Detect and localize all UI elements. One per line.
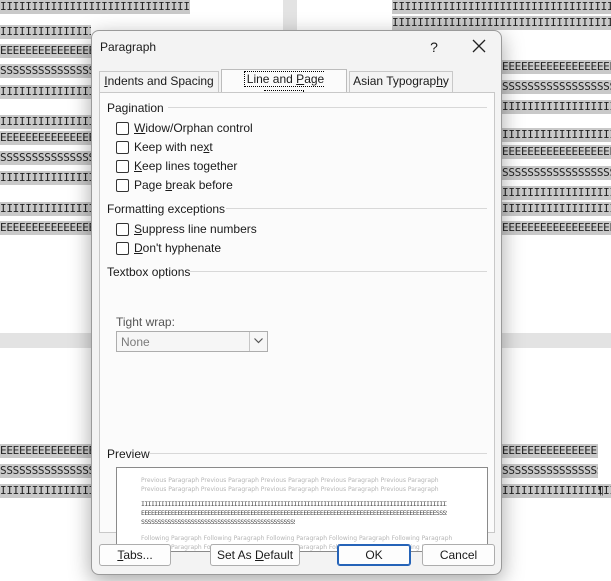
checkbox-box[interactable]: [116, 222, 129, 236]
preview-previous-line: Previous Paragraph Previous Paragraph Pr…: [141, 477, 439, 484]
doc-line: IIIIIIIIIIIIIIIIIIIIIIIIIIIIIIIIIIIIIIII…: [0, 85, 91, 99]
doc-line: EEEEEEEEEEEEEEEEEEEEEEEEEEEEEEEEEEEEEEEE…: [502, 60, 611, 74]
doc-line: EEEEEEEEEEEEEEEEEEEEEEEEEEEEEEEEEEEEEEEE…: [0, 44, 91, 58]
title-bar[interactable]: Paragraph ?: [92, 31, 501, 63]
doc-line: SSSSSSSSSSSSSSSSSSSSSSSSSSSSSSSSSSSSSSSS…: [502, 166, 611, 180]
preview-sample-line: EEEEEEEEEEEEEEEEEEEEEEEEEEEEEEEEEEEEEEEE…: [141, 510, 447, 517]
doc-line: IIIIIIIIIIIIIIIIIIIIIIIIIIIIIIIIIIIIIIII…: [0, 484, 91, 498]
widow-orphan-control-checkbox[interactable]: Widow/Orphan control: [116, 120, 253, 136]
section-divider: [150, 453, 487, 454]
tab-line-and-page-breaks[interactable]: Line and Page Breaks: [221, 69, 347, 106]
doc-line: IIIIIIIIIIIIIIIIIIIIIIIIIIIIIIIIIIIIIIII…: [502, 484, 611, 498]
keep-with-next-checkbox[interactable]: Keep with next: [116, 139, 213, 155]
doc-line: SSSSSSSSSSSSSSSSSSSSSSSSSSSSSSSSSSSSSSSS…: [0, 464, 91, 478]
doc-line: IIIIIIIIIIIIIIIIIIIIIIIIIIIIIIIIIIIIIIII…: [502, 128, 611, 142]
tight-wrap-label: Tight wrap:: [116, 315, 175, 329]
textbox-options-heading: Textbox options: [107, 265, 191, 279]
doc-line: EEEEEEEEEEEEEEEEEEEEEEEEEEEEEEEEEEEEEEEE…: [502, 221, 611, 235]
section-divider: [190, 271, 487, 272]
checkbox-label: Keep lines together: [134, 159, 238, 173]
checkbox-box[interactable]: [116, 178, 129, 192]
dialog-title: Paragraph: [100, 40, 157, 54]
doc-line: SSSSSSSSSSSSSSSSSSSSSSSSSSSSSSSSSSSSSSSS…: [502, 80, 611, 94]
paragraph-mark: ¶: [598, 485, 604, 497]
doc-line: SSSSSSSSSSSSSSSSSSSSSSSSSSSSSSSSSSSSSSSS…: [0, 151, 91, 165]
close-button[interactable]: [466, 35, 492, 59]
tab-panel-line-and-page-breaks: Pagination Widow/Orphan control Keep wit…: [99, 92, 495, 552]
close-icon: [472, 39, 486, 53]
checkbox-label: Suppress line numbers: [134, 222, 257, 236]
checkbox-label: Widow/Orphan control: [134, 121, 253, 135]
tab-mnemonic: P: [296, 72, 305, 86]
cancel-button[interactable]: Cancel: [422, 544, 495, 566]
doc-line: IIIIIIIIIIIIIIIIIIIIIIIIIIIIIIIIIIIIIIII…: [0, 115, 91, 129]
tab-indents-and-spacing[interactable]: Indents and Spacing: [99, 71, 219, 92]
chevron-down-icon: [254, 338, 263, 344]
pagination-heading: Pagination: [107, 101, 164, 115]
help-button[interactable]: ?: [422, 37, 446, 57]
doc-line: SSSSSSSSSSSSSSSSSSSSSSSSSSSSSSSSSSSSSSSS…: [502, 464, 598, 478]
section-divider: [226, 208, 487, 209]
preview-box: Previous Paragraph Previous Paragraph Pr…: [116, 467, 488, 552]
tabs-button[interactable]: Tabs...: [99, 544, 171, 566]
doc-line: EEEEEEEEEEEEEEEEEEEEEEEEEEEEEEEEEEEEEEEE…: [502, 145, 611, 159]
doc-line: IIIIIIIIIIIIIIIIIIIIIIIIIIIIIIIIIIIIIIII…: [0, 0, 190, 14]
tight-wrap-select[interactable]: None: [116, 331, 268, 352]
paragraph-dialog: Paragraph ? Indents and Spacing Line and…: [91, 30, 502, 575]
checkbox-box[interactable]: [116, 121, 129, 135]
doc-line: IIIIIIIIIIIIIIIIIIIIIIIIIIIIIIIIIIIIIIII…: [392, 16, 611, 30]
doc-line: IIIIIIIIIIIIIIIIIIIIIIIIIIIIIIIIIIIIIIII…: [0, 25, 91, 39]
keep-lines-together-checkbox[interactable]: Keep lines together: [116, 158, 237, 174]
tab-mnemonic: h: [436, 74, 443, 88]
preview-heading: Preview: [107, 447, 150, 461]
preview-previous-line: Previous Paragraph Previous Paragraph Pr…: [141, 486, 439, 493]
tab-label: Line and: [246, 72, 297, 86]
tab-asian-typography[interactable]: Asian Typography: [349, 71, 453, 92]
tab-label: Asian Typograp: [353, 74, 437, 88]
doc-line: IIIIIIIIIIIIIIIIIIIIIIIIIIIIIIIIIIIIIIII…: [0, 202, 91, 216]
checkbox-label: Keep with next: [134, 140, 213, 154]
doc-line: EEEEEEEEEEEEEEEEEEEEEEEEEEEEEEEEEEEEEEEE…: [0, 444, 91, 458]
dropdown-button[interactable]: [249, 332, 267, 351]
tight-wrap-value: None: [121, 335, 150, 349]
preview-sample-line: SSSSSSSSSSSSSSSSSSSSSSSSSSSSSSSSSSSSSSSS…: [141, 519, 295, 526]
doc-line: EEEEEEEEEEEEEEEEEEEEEEEEEEEEEEEEEEEEEEEE…: [0, 131, 91, 145]
doc-line: IIIIIIIIIIIIIIIIIIIIIIIIIIIIIIIIIIIIIIII…: [502, 202, 611, 216]
checkbox-box[interactable]: [116, 159, 129, 173]
checkbox-label: Page break before: [134, 178, 233, 192]
column-area: [190, 0, 283, 30]
checkbox-label: Don't hyphenate: [134, 241, 222, 255]
checkbox-box[interactable]: [116, 140, 129, 154]
preview-sample-line: IIIIIIIIIIIIIIIIIIIIIIIIIIIIIIIIIIIIIIII…: [141, 501, 447, 508]
doc-line: IIIIIIIIIIIIIIIIIIIIIIIIIIIIIIIIIIIIIIII…: [502, 100, 611, 114]
page-break-before-checkbox[interactable]: Page break before: [116, 177, 233, 193]
doc-line: SSSSSSSSSSSSSSSSSSSSSSSSSSSSSSSSSSSSSSSS…: [0, 64, 91, 78]
doc-line: EEEEEEEEEEEEEEEEEEEEEEEEEEEEEEEEEEEEEEEE…: [0, 221, 91, 235]
formatting-exceptions-heading: Formatting exceptions: [107, 202, 226, 216]
section-divider: [168, 107, 487, 108]
doc-line: IIIIIIIIIIIIIIIIIIIIIIIIIIIIIIIIIIIIIIII…: [502, 186, 611, 200]
set-as-default-button[interactable]: Set As Default: [210, 544, 300, 566]
tab-label: y: [442, 74, 449, 88]
doc-line: EEEEEEEEEEEEEEEEEEEEEEEEEEEEEEEEEEEEEEEE…: [502, 444, 598, 458]
dont-hyphenate-checkbox[interactable]: Don't hyphenate: [116, 240, 221, 256]
doc-line: IIIIIIIIIIIIIIIIIIIIIIIIIIIIIIIIIIIIIIII…: [392, 0, 611, 14]
checkbox-box[interactable]: [116, 241, 129, 255]
doc-line: IIIIIIIIIIIIIIIIIIIIIIIIIIIIIIIIIIIIIIII…: [0, 171, 91, 185]
tab-label: ndents and Spacing: [107, 74, 214, 88]
preview-following-line: Following Paragraph Following Paragraph …: [141, 535, 453, 542]
ok-button[interactable]: OK: [337, 544, 411, 566]
suppress-line-numbers-checkbox[interactable]: Suppress line numbers: [116, 221, 257, 237]
